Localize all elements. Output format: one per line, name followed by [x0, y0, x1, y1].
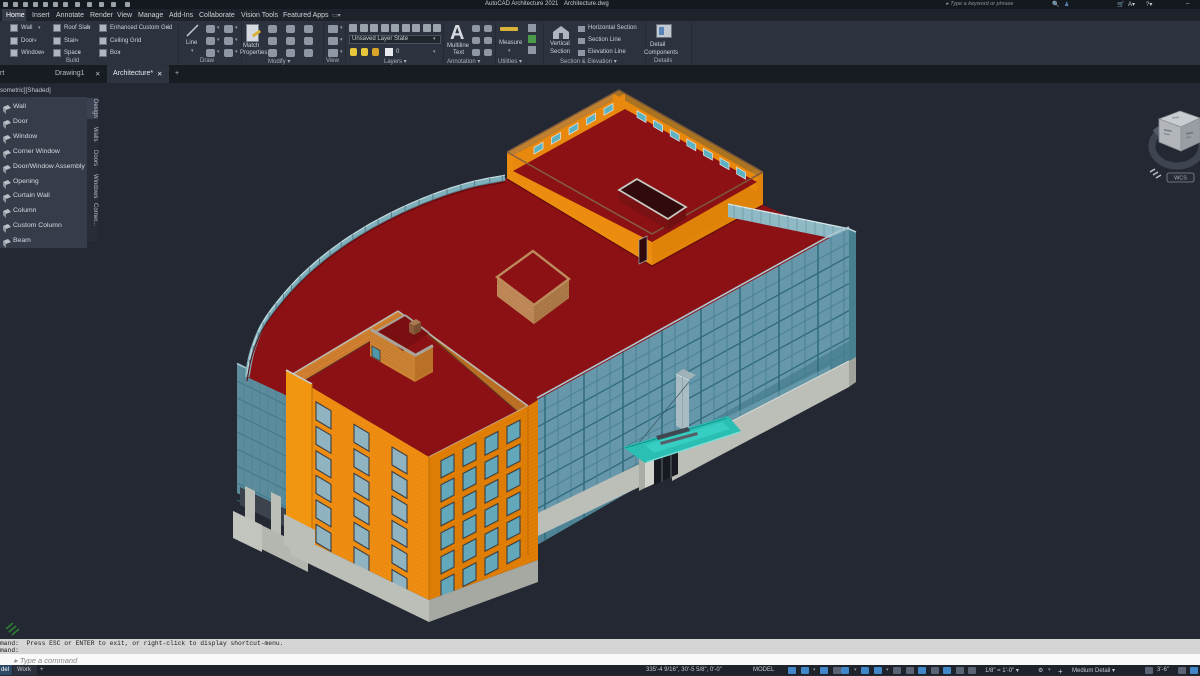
svg-text:WCS: WCS — [1174, 176, 1187, 182]
